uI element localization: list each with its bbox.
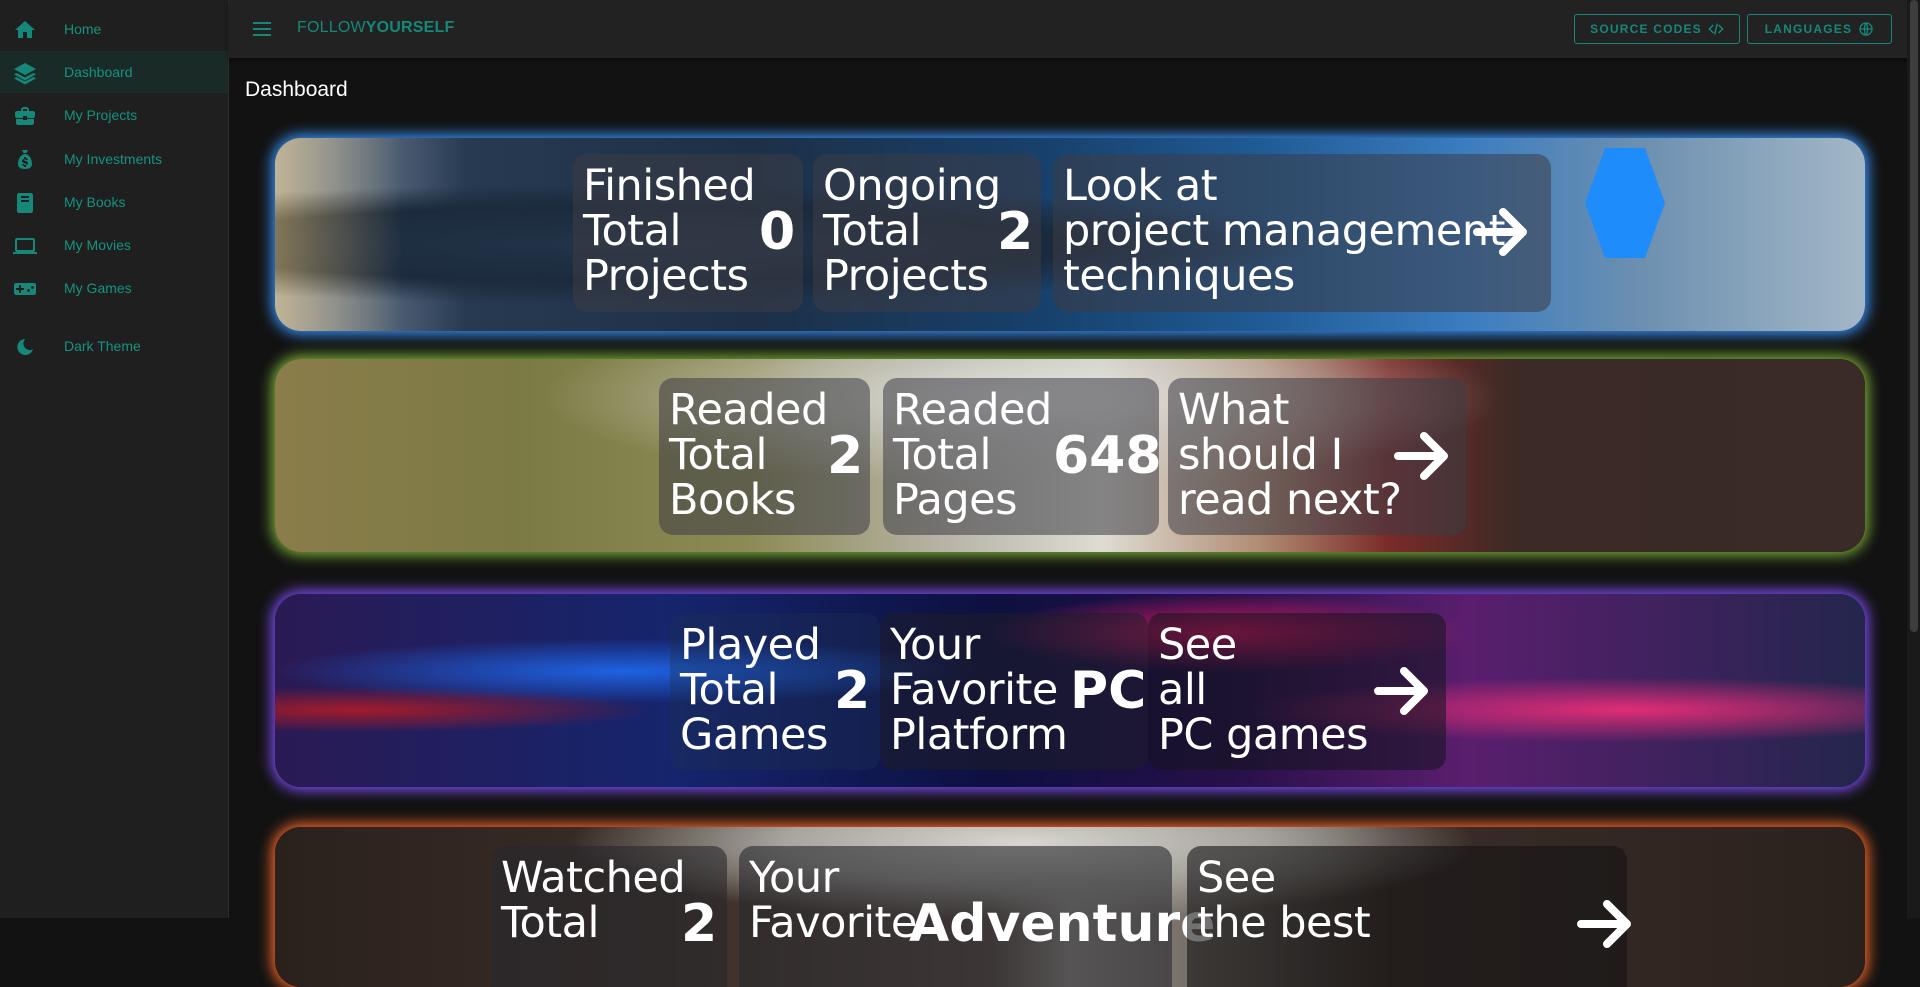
hexagon-decoration bbox=[1585, 148, 1665, 258]
movies-watched-value: 2 bbox=[681, 894, 718, 954]
project-techniques-label: Look at project management techniques bbox=[1063, 161, 1505, 301]
top-app-bar: FOLLOWYOURSELF SOURCE CODES LANGUAGES bbox=[229, 0, 1920, 58]
sidebar-item-label: My Investments bbox=[64, 151, 163, 167]
books-read-card: Readed Total Books 2 bbox=[659, 378, 870, 535]
projects-banner: Finished Total Projects 0 Ongoing Total … bbox=[275, 138, 1865, 331]
favorite-genre-card: Your Favorite Adventure bbox=[739, 846, 1215, 987]
best-movies-link[interactable]: See the best bbox=[1187, 846, 1631, 987]
arrow-right-icon bbox=[1575, 896, 1639, 952]
movies-banner: Watched Total 2 Your Favorite Adventure … bbox=[275, 827, 1865, 987]
sidebar-item-my-games[interactable]: My Games bbox=[0, 267, 228, 309]
sidebar-item-label: My Books bbox=[64, 194, 126, 210]
source-codes-label: SOURCE CODES bbox=[1590, 22, 1702, 36]
pages-read-value: 648 bbox=[1053, 426, 1162, 486]
sidebar-item-label: Home bbox=[64, 21, 102, 37]
sidebar: Home Dashboard My Projects My Investment… bbox=[0, 0, 229, 918]
sidebar-item-label: My Games bbox=[64, 280, 132, 296]
finished-projects-label: Finished Total Projects bbox=[583, 161, 756, 301]
page-title: Dashboard bbox=[245, 78, 348, 101]
project-techniques-link[interactable]: Look at project management techniques bbox=[1053, 154, 1551, 312]
sidebar-item-dashboard[interactable]: Dashboard bbox=[0, 51, 228, 93]
pc-games-link[interactable]: See all PC games bbox=[1148, 613, 1446, 770]
ongoing-projects-label: Ongoing Total Projects bbox=[823, 161, 1001, 301]
globe-icon bbox=[1859, 22, 1873, 36]
pages-read-label: Readed Total Pages bbox=[893, 385, 1052, 525]
layers-icon bbox=[12, 60, 37, 85]
theme-toggle[interactable]: Dark Theme bbox=[0, 325, 228, 367]
pc-games-label: See all PC games bbox=[1158, 620, 1369, 760]
sidebar-item-home[interactable]: Home bbox=[0, 8, 228, 50]
movies-watched-label: Watched Total bbox=[501, 853, 686, 948]
best-movies-label: See the best bbox=[1197, 853, 1371, 948]
pages-read-card: Readed Total Pages 648 bbox=[883, 378, 1162, 535]
money-bag-icon bbox=[12, 147, 37, 172]
finished-projects-card: Finished Total Projects 0 bbox=[573, 154, 803, 312]
ongoing-projects-card: Ongoing Total Projects 2 bbox=[813, 154, 1041, 312]
favorite-platform-card: Your Favorite Platform PC bbox=[880, 613, 1148, 770]
favorite-genre-value: Adventure bbox=[909, 894, 1216, 954]
book-icon bbox=[12, 190, 37, 215]
favorite-platform-label: Your Favorite Platform bbox=[890, 620, 1068, 760]
moon-icon bbox=[12, 334, 37, 359]
read-next-label: What should I read next? bbox=[1178, 385, 1402, 525]
languages-button[interactable]: LANGUAGES bbox=[1747, 14, 1892, 44]
monitor-icon bbox=[12, 233, 37, 258]
arrow-right-icon bbox=[1372, 663, 1436, 719]
ongoing-projects-value: 2 bbox=[997, 202, 1034, 262]
games-played-label: Played Total Games bbox=[680, 620, 828, 760]
arrow-right-icon bbox=[1471, 204, 1535, 260]
scrollbar-thumb[interactable] bbox=[1910, 0, 1918, 632]
games-played-card: Played Total Games 2 bbox=[670, 613, 880, 770]
brand-light: FOLLOW bbox=[297, 19, 366, 36]
books-read-value: 2 bbox=[827, 426, 864, 486]
code-icon bbox=[1708, 23, 1724, 35]
home-icon bbox=[12, 17, 37, 42]
brand-logo: FOLLOWYOURSELF bbox=[297, 19, 454, 37]
games-played-value: 2 bbox=[834, 661, 871, 721]
sidebar-item-label: My Movies bbox=[64, 237, 131, 253]
languages-label: LANGUAGES bbox=[1764, 22, 1853, 36]
brand-bold: YOURSELF bbox=[365, 19, 455, 36]
favorite-genre-label: Your Favorite bbox=[749, 853, 917, 948]
finished-projects-value: 0 bbox=[759, 202, 796, 262]
sidebar-item-my-movies[interactable]: My Movies bbox=[0, 224, 228, 266]
books-read-label: Readed Total Books bbox=[669, 385, 828, 525]
favorite-platform-value: PC bbox=[1070, 661, 1147, 721]
menu-icon[interactable] bbox=[251, 17, 275, 41]
books-banner: Readed Total Books 2 Readed Total Pages … bbox=[275, 359, 1865, 552]
scrollbar[interactable] bbox=[1907, 0, 1920, 918]
briefcase-icon bbox=[12, 103, 37, 128]
games-banner: Played Total Games 2 Your Favorite Platf… bbox=[275, 594, 1865, 787]
read-next-link[interactable]: What should I read next? bbox=[1168, 378, 1466, 535]
movies-watched-card: Watched Total 2 bbox=[491, 846, 727, 987]
source-codes-button[interactable]: SOURCE CODES bbox=[1574, 14, 1740, 44]
gamepad-icon bbox=[12, 276, 37, 301]
sidebar-item-label: My Projects bbox=[64, 107, 138, 123]
theme-toggle-label: Dark Theme bbox=[64, 338, 141, 354]
sidebar-item-my-projects[interactable]: My Projects bbox=[0, 94, 228, 136]
arrow-right-icon bbox=[1392, 428, 1456, 484]
sidebar-item-label: Dashboard bbox=[64, 64, 133, 80]
sidebar-item-my-investments[interactable]: My Investments bbox=[0, 138, 228, 180]
sidebar-item-my-books[interactable]: My Books bbox=[0, 181, 228, 223]
